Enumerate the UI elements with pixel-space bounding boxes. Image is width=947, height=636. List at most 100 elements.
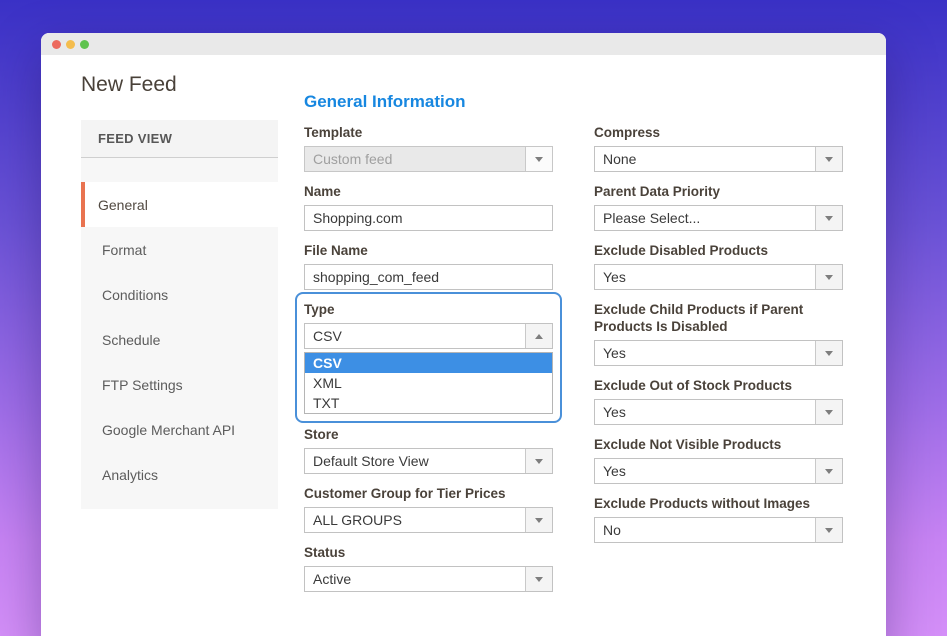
template-dropdown-arrow <box>525 147 552 171</box>
customer-group-value: ALL GROUPS <box>305 512 402 528</box>
store-value: Default Store View <box>305 453 429 469</box>
field-name: Name <box>304 183 553 231</box>
compress-select[interactable]: None <box>594 146 843 172</box>
customer-group-label: Customer Group for Tier Prices <box>304 485 553 502</box>
sidebar-item-schedule[interactable]: Schedule <box>81 317 278 362</box>
form-right-column: Compress None Parent Data Priority Pleas… <box>594 124 843 554</box>
exclude-without-images-dropdown-arrow[interactable] <box>815 518 842 542</box>
store-label: Store <box>304 426 553 443</box>
sidebar-item-analytics[interactable]: Analytics <box>81 452 278 497</box>
sidebar-item-conditions[interactable]: Conditions <box>81 272 278 317</box>
exclude-without-images-select[interactable]: No <box>594 517 843 543</box>
status-value: Active <box>305 571 351 587</box>
store-dropdown-arrow[interactable] <box>525 449 552 473</box>
window-content: New Feed FEED VIEW General Format Condit… <box>41 55 886 636</box>
name-input[interactable] <box>304 205 553 231</box>
type-value: CSV <box>305 328 342 344</box>
page-title: New Feed <box>81 73 177 97</box>
type-option-xml[interactable]: XML <box>305 373 552 393</box>
compress-value: None <box>595 151 636 167</box>
exclude-out-of-stock-select[interactable]: Yes <box>594 399 843 425</box>
type-dropdown-arrow[interactable] <box>525 324 552 348</box>
sidebar-item-format[interactable]: Format <box>81 227 278 272</box>
sidebar-item-ftp-settings[interactable]: FTP Settings <box>81 362 278 407</box>
field-status: Status Active <box>304 544 553 592</box>
chevron-down-icon <box>825 275 833 280</box>
template-value: Custom feed <box>305 151 392 167</box>
chevron-down-icon <box>825 469 833 474</box>
field-exclude-out-of-stock: Exclude Out of Stock Products Yes <box>594 377 843 425</box>
field-exclude-disabled: Exclude Disabled Products Yes <box>594 242 843 290</box>
exclude-not-visible-value: Yes <box>595 463 626 479</box>
exclude-child-dropdown-arrow[interactable] <box>815 341 842 365</box>
field-exclude-not-visible: Exclude Not Visible Products Yes <box>594 436 843 484</box>
exclude-out-of-stock-label: Exclude Out of Stock Products <box>594 377 843 394</box>
exclude-not-visible-label: Exclude Not Visible Products <box>594 436 843 453</box>
form-left-column: General Information Template Custom feed… <box>304 91 553 603</box>
exclude-not-visible-dropdown-arrow[interactable] <box>815 459 842 483</box>
app-window: New Feed FEED VIEW General Format Condit… <box>41 33 886 636</box>
parent-data-priority-select[interactable]: Please Select... <box>594 205 843 231</box>
chevron-down-icon <box>825 528 833 533</box>
chevron-down-icon <box>535 518 543 523</box>
field-exclude-child: Exclude Child Products if Parent Product… <box>594 301 843 366</box>
exclude-child-select[interactable]: Yes <box>594 340 843 366</box>
file-name-input[interactable] <box>304 264 553 290</box>
status-dropdown-arrow[interactable] <box>525 567 552 591</box>
chevron-down-icon <box>825 410 833 415</box>
sidebar-item-google-merchant-api[interactable]: Google Merchant API <box>81 407 278 452</box>
parent-data-priority-dropdown-arrow[interactable] <box>815 206 842 230</box>
template-label: Template <box>304 124 553 141</box>
exclude-without-images-label: Exclude Products without Images <box>594 495 843 512</box>
store-select[interactable]: Default Store View <box>304 448 553 474</box>
sidebar-header: FEED VIEW <box>81 120 278 158</box>
close-button[interactable] <box>52 40 61 49</box>
field-compress: Compress None <box>594 124 843 172</box>
exclude-not-visible-select[interactable]: Yes <box>594 458 843 484</box>
sidebar: FEED VIEW General Format Conditions Sche… <box>81 120 278 509</box>
field-type-focused: Type CSV CSV XML TXT <box>295 292 562 423</box>
file-name-label: File Name <box>304 242 553 259</box>
chevron-down-icon <box>535 577 543 582</box>
type-select[interactable]: CSV <box>304 323 553 349</box>
customer-group-select[interactable]: ALL GROUPS <box>304 507 553 533</box>
field-store: Store Default Store View <box>304 426 553 474</box>
type-option-txt[interactable]: TXT <box>305 393 552 413</box>
exclude-disabled-select[interactable]: Yes <box>594 264 843 290</box>
compress-label: Compress <box>594 124 843 141</box>
field-file-name: File Name <box>304 242 553 290</box>
compress-dropdown-arrow[interactable] <box>815 147 842 171</box>
exclude-out-of-stock-dropdown-arrow[interactable] <box>815 400 842 424</box>
type-options-list: CSV XML TXT <box>304 352 553 414</box>
exclude-without-images-value: No <box>595 522 621 538</box>
field-parent-data-priority: Parent Data Priority Please Select... <box>594 183 843 231</box>
window-titlebar[interactable] <box>41 33 886 55</box>
chevron-down-icon <box>825 351 833 356</box>
minimize-button[interactable] <box>66 40 75 49</box>
zoom-button[interactable] <box>80 40 89 49</box>
exclude-disabled-dropdown-arrow[interactable] <box>815 265 842 289</box>
exclude-child-value: Yes <box>595 345 626 361</box>
section-heading: General Information <box>304 91 553 113</box>
customer-group-dropdown-arrow[interactable] <box>525 508 552 532</box>
chevron-down-icon <box>825 216 833 221</box>
chevron-down-icon <box>535 459 543 464</box>
type-label: Type <box>304 301 553 318</box>
chevron-down-icon <box>825 157 833 162</box>
chevron-up-icon <box>535 334 543 339</box>
sidebar-item-general[interactable]: General <box>81 182 278 227</box>
field-template: Template Custom feed <box>304 124 553 172</box>
parent-data-priority-label: Parent Data Priority <box>594 183 843 200</box>
sidebar-items: General Format Conditions Schedule FTP S… <box>81 158 278 509</box>
exclude-disabled-label: Exclude Disabled Products <box>594 242 843 259</box>
status-label: Status <box>304 544 553 561</box>
type-option-csv[interactable]: CSV <box>305 353 552 373</box>
exclude-disabled-value: Yes <box>595 269 626 285</box>
exclude-child-label: Exclude Child Products if Parent Product… <box>594 301 843 335</box>
field-exclude-without-images: Exclude Products without Images No <box>594 495 843 543</box>
parent-data-priority-value: Please Select... <box>595 210 700 226</box>
template-select: Custom feed <box>304 146 553 172</box>
status-select[interactable]: Active <box>304 566 553 592</box>
exclude-out-of-stock-value: Yes <box>595 404 626 420</box>
field-customer-group: Customer Group for Tier Prices ALL GROUP… <box>304 485 553 533</box>
